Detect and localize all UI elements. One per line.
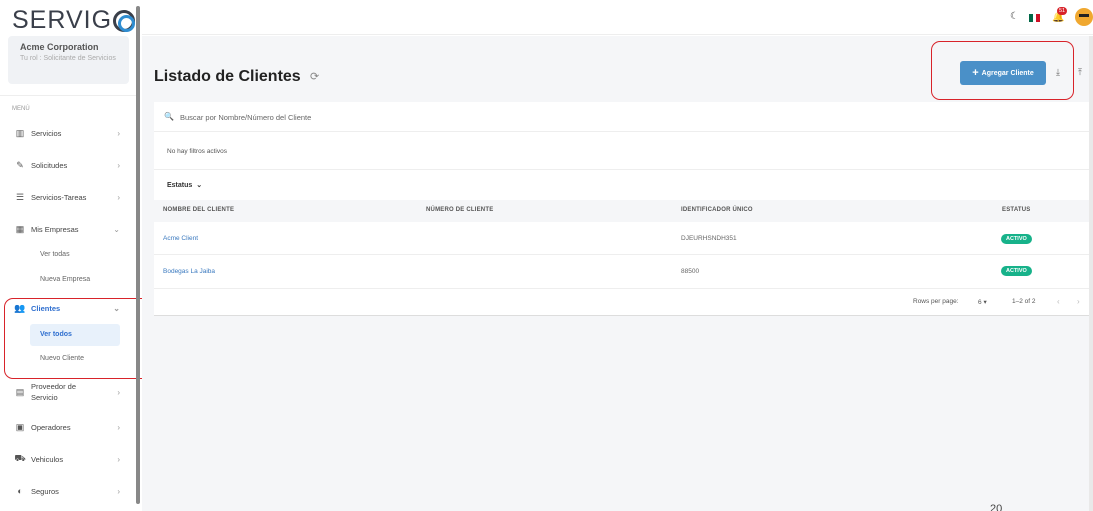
chevron-down-icon: ⌄ <box>196 182 203 189</box>
status-filter-label: Estatus <box>167 182 193 189</box>
id-card-icon: ▤ <box>15 386 25 397</box>
org-name: Acme Corporation <box>20 42 99 52</box>
sidebar-item-servicios[interactable]: ▥ Servicios › <box>14 126 124 140</box>
filters-row <box>154 132 1089 170</box>
sidebar-item-seguros[interactable]: ◐ Seguros › <box>14 484 124 498</box>
column-header-number[interactable]: NÚMERO DE CLIENTE <box>426 207 493 213</box>
building-icon: ▦ <box>15 223 25 234</box>
status-filter-dropdown[interactable]: Estatus ⌄ <box>167 181 202 189</box>
page-title: Listado de Clientes <box>154 68 301 85</box>
dark-mode-icon[interactable]: ☾ <box>1010 11 1019 22</box>
avatar[interactable] <box>1075 8 1093 26</box>
search-icon: 🔍 <box>164 112 174 121</box>
logo-g: G <box>91 6 113 34</box>
chevron-right-icon: › <box>117 454 120 464</box>
sidebar-item-label: Seguros <box>31 486 59 496</box>
page-number: 20 <box>990 503 1003 511</box>
chevron-down-icon: ⌄ <box>113 224 120 234</box>
main-scrollbar[interactable] <box>1089 36 1093 511</box>
column-header-name[interactable]: NOMBRE DEL CLIENTE <box>163 207 234 213</box>
chevron-right-icon: › <box>117 128 120 138</box>
servigo-logo[interactable]: SERVI G <box>12 6 136 35</box>
table-header <box>154 200 1089 222</box>
pagination-range: 1–2 of 2 <box>1012 298 1036 305</box>
sidebar-item-label: Mis Empresas <box>31 224 79 234</box>
refresh-icon[interactable]: ⟳ <box>310 70 319 83</box>
sidebar-scrollbar[interactable] <box>136 6 140 504</box>
client-uid: DJEURHSNDH351 <box>681 235 737 242</box>
highlight-box-clientes <box>4 298 156 379</box>
sidebar-item-operadores[interactable]: ▣ Operadores › <box>14 420 124 434</box>
chevron-right-icon: › <box>117 387 120 397</box>
chevron-right-icon: › <box>117 486 120 496</box>
mexico-flag-icon[interactable] <box>1029 14 1041 22</box>
rows-per-page-label: Rows per page: <box>913 298 959 305</box>
sidebar-item-label: Servicios-Tareas <box>31 192 87 202</box>
column-header-status[interactable]: ESTATUS <box>1002 207 1031 213</box>
highlight-box-add-client <box>931 41 1074 100</box>
organization-card[interactable]: Acme Corporation Tu rol : Solicitante de… <box>8 36 129 84</box>
sidebar-item-label: Operadores <box>31 422 71 432</box>
tareas-icon: ☰ <box>15 191 25 202</box>
shield-icon: ◐ <box>17 486 23 496</box>
active-filters-text: No hay filtros activos <box>167 148 227 155</box>
caret-down-icon: ▾ <box>983 299 987 306</box>
menu-title: MENÚ <box>12 106 30 112</box>
client-uid: 88500 <box>681 268 700 275</box>
logo-o-icon <box>113 9 136 32</box>
sidebar-item-label: Solicitudes <box>31 160 68 170</box>
column-header-uid[interactable]: IDENTIFICADOR ÚNICO <box>681 207 753 213</box>
search-input[interactable] <box>180 110 480 124</box>
topbar <box>142 0 1093 35</box>
sidebar-item-label: Vehiculos <box>31 454 64 464</box>
servicios-icon: ▥ <box>15 127 25 138</box>
table-row[interactable] <box>154 222 1089 255</box>
app-root: SERVI G Acme Corporation Tu rol : Solicit… <box>0 0 1093 511</box>
client-name[interactable]: Acme Client <box>163 235 198 242</box>
solicitudes-icon: ✎ <box>16 159 24 170</box>
prev-page-icon[interactable]: ‹ <box>1057 297 1060 306</box>
sidebar-subitem-nueva-empresa[interactable]: Nueva Empresa <box>40 276 90 283</box>
status-badge: ACTIVO <box>1001 266 1032 276</box>
sidebar-item-mis-empresas[interactable]: ▦ Mis Empresas ⌄ <box>14 222 124 236</box>
chevron-right-icon: › <box>117 422 120 432</box>
rows-per-page-select[interactable]: 6 ▾ <box>978 298 987 306</box>
upload-icon[interactable]: ⤒ <box>1078 67 1082 78</box>
chevron-right-icon: › <box>117 160 120 170</box>
table-row[interactable] <box>154 256 1089 289</box>
sidebar-item-label: Servicios <box>31 128 62 138</box>
sidebar-divider <box>0 95 137 96</box>
truck-icon: ⛟ <box>14 453 26 463</box>
status-badge: ACTIVO <box>1001 234 1032 244</box>
rows-per-page-value: 6 <box>978 299 982 306</box>
sidebar-item-vehiculos[interactable]: ⛟ Vehiculos › <box>14 452 124 466</box>
next-page-icon[interactable]: › <box>1077 297 1080 306</box>
client-name[interactable]: Bodegas La Jaiba <box>163 268 215 275</box>
chevron-right-icon: › <box>117 192 120 202</box>
sidebar: SERVI G Acme Corporation Tu rol : Solicit… <box>0 0 156 511</box>
operator-icon: ▣ <box>15 421 25 432</box>
sidebar-item-servicios-tareas[interactable]: ☰ Servicios-Tareas › <box>14 190 124 204</box>
org-role: Tu rol : Solicitante de Servicios <box>20 55 116 62</box>
logo-text: SERVI <box>12 6 92 34</box>
sidebar-subitem-ver-todas[interactable]: Ver todas <box>40 251 70 258</box>
sidebar-item-solicitudes[interactable]: ✎ Solicitudes › <box>14 158 124 172</box>
notifications-badge: 51 <box>1057 7 1068 15</box>
sidebar-item-label: Proveedor de Servicio <box>31 382 77 402</box>
sidebar-item-proveedor[interactable]: ▤ Proveedor de Servicio › <box>14 380 124 404</box>
